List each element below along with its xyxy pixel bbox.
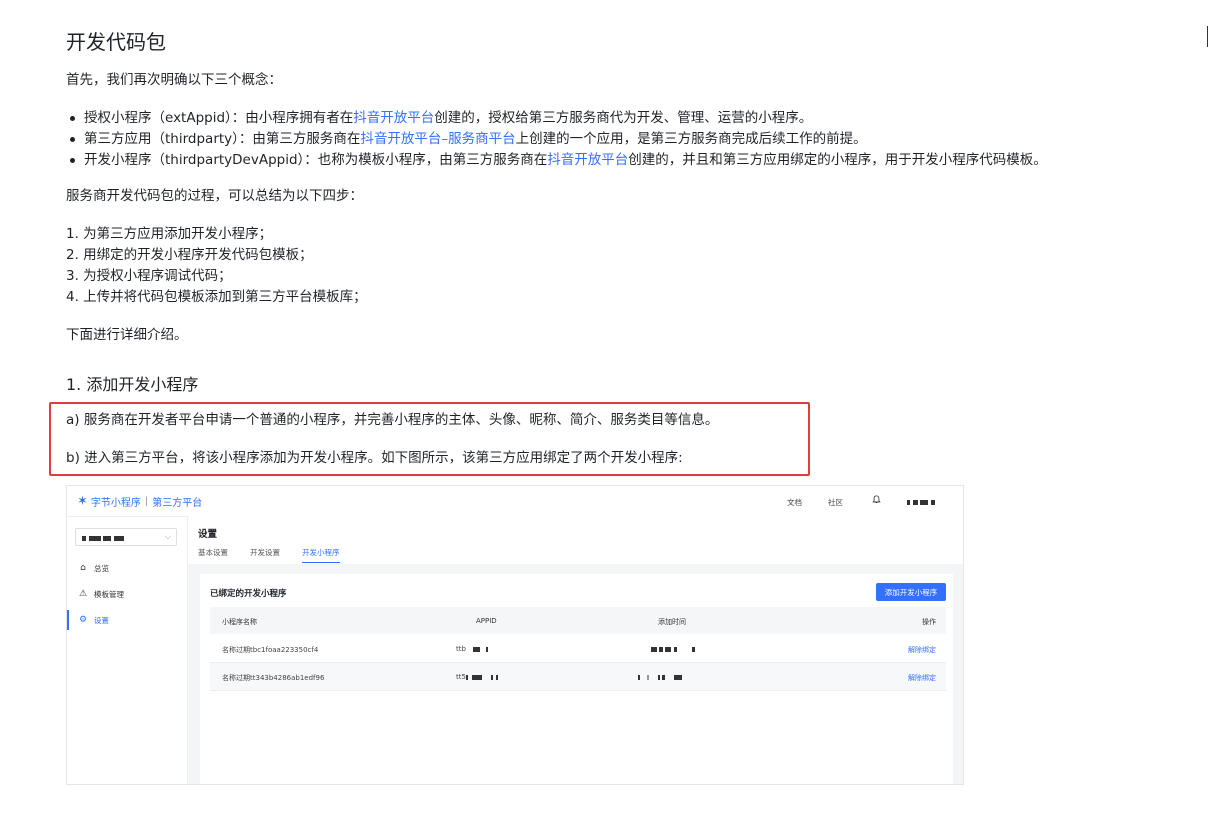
tab-basic-settings[interactable]: 基本设置 bbox=[198, 547, 228, 562]
home-icon: ⌂ bbox=[80, 563, 86, 573]
gear-icon: ⚙ bbox=[78, 615, 88, 625]
text-cursor bbox=[1207, 26, 1208, 47]
table-header: 小程序名称 APPID 添加时间 操作 bbox=[210, 607, 946, 634]
list-item: 2. 用绑定的开发小程序开发代码包模板； bbox=[66, 247, 313, 263]
screenshot-sidebar: ⌵ ⌂ 总览 ⚠ 模板管理 ⚙ 设置 bbox=[67, 516, 188, 784]
settings-header: 设置 基本设置 开发设置 开发小程序 bbox=[188, 516, 963, 564]
section-heading: 1. 添加开发小程序 bbox=[66, 375, 199, 394]
unbind-button[interactable]: 解除绑定 bbox=[908, 673, 936, 683]
unbind-button[interactable]: 解除绑定 bbox=[908, 645, 936, 655]
screenshot-main: 设置 基本设置 开发设置 开发小程序 已绑定的开发小程序 添加开发小程序 小程序… bbox=[188, 516, 963, 784]
miniprogram-name: 名称过期tt343b4286ab1edf96 bbox=[222, 674, 325, 682]
add-dev-miniprogram-button[interactable]: 添加开发小程序 bbox=[876, 583, 946, 601]
link-service-provider-platform[interactable]: 抖音开放平台–服务商平台 bbox=[360, 131, 515, 147]
detail-intro: 下面进行详细介绍。 bbox=[66, 327, 188, 343]
bytedance-logo-icon: ✶ bbox=[77, 494, 88, 509]
list-item: 4. 上传并将代码包模板添加到第三方平台模板库； bbox=[66, 289, 367, 305]
card-title: 已绑定的开发小程序 bbox=[210, 589, 287, 599]
appid-value: tt5 bbox=[456, 673, 498, 681]
list-item: 3. 为授权小程序调试代码； bbox=[66, 268, 232, 284]
embedded-screenshot: ✶ 字节小程序 | 第三方平台 文档 社区 ⌵ ⌂ 总览 ⚠ 模板管理 ⚙ 设置 设置 bbox=[66, 485, 964, 785]
link-douyin-open-platform[interactable]: 抖音开放平台 bbox=[353, 110, 434, 126]
app-selector-value-redacted bbox=[82, 534, 142, 541]
bound-miniprogram-card: 已绑定的开发小程序 添加开发小程序 小程序名称 APPID 添加时间 操作 名称… bbox=[200, 574, 953, 784]
screenshot-topbar: ✶ 字节小程序 | 第三方平台 文档 社区 bbox=[67, 486, 963, 517]
table-row: 名称过期tt343b4286ab1edf96 tt5 解除绑定 bbox=[210, 663, 946, 691]
add-time-redacted bbox=[638, 673, 682, 681]
table-row: 名称过期tbc1foaa223350cf4 ttb 解除绑定 bbox=[210, 635, 946, 663]
nav-docs[interactable]: 文档 bbox=[787, 497, 802, 508]
add-time-redacted bbox=[651, 645, 696, 653]
step-b-text: b) 进入第三方平台，将该小程序添加为开发小程序。如下图所示，该第三方应用绑定了… bbox=[66, 450, 683, 466]
list-item: 开发小程序（thirdpartyDevAppid）：也称为模板小程序，由第三方服… bbox=[70, 150, 1047, 171]
chevron-down-icon: ⌵ bbox=[164, 532, 171, 541]
nav-community[interactable]: 社区 bbox=[828, 497, 843, 508]
sidebar-item-settings[interactable]: ⚙ 设置 bbox=[67, 610, 189, 630]
intro-text: 首先，我们再次明确以下三个概念： bbox=[66, 72, 282, 88]
link-douyin-open-platform[interactable]: 抖音开放平台 bbox=[547, 152, 628, 168]
miniprogram-name: 名称过期tbc1foaa223350cf4 bbox=[222, 646, 319, 654]
sidebar-item-templates[interactable]: ⚠ 模板管理 bbox=[67, 584, 187, 604]
step-a-text: a) 服务商在开发者平台申请一个普通的小程序，并完善小程序的主体、头像、昵称、简… bbox=[66, 412, 719, 428]
concept-list: 授权小程序（extAppid）：由小程序拥有者在抖音开放平台创建的，授权给第三方… bbox=[66, 108, 1047, 171]
sidebar-item-overview[interactable]: ⌂ 总览 bbox=[67, 558, 187, 578]
list-item: 授权小程序（extAppid）：由小程序拥有者在抖音开放平台创建的，授权给第三方… bbox=[70, 108, 1047, 129]
tab-dev-miniprogram[interactable]: 开发小程序 bbox=[302, 547, 340, 563]
process-intro: 服务商开发代码包的过程，可以总结为以下四步： bbox=[66, 188, 363, 204]
list-item: 第三方应用（thirdparty）：由第三方服务商在抖音开放平台–服务商平台上创… bbox=[70, 129, 1047, 150]
bell-icon[interactable] bbox=[872, 495, 881, 504]
settings-title: 设置 bbox=[198, 529, 218, 540]
user-name-redacted[interactable] bbox=[907, 498, 939, 505]
warning-triangle-icon: ⚠ bbox=[78, 589, 88, 599]
app-selector[interactable]: ⌵ bbox=[75, 528, 177, 546]
list-item: 1. 为第三方应用添加开发小程序； bbox=[66, 226, 273, 242]
page-title: 开发代码包 bbox=[66, 30, 166, 54]
appid-value: ttb bbox=[456, 645, 489, 653]
steps-list: 1. 为第三方应用添加开发小程序； 2. 用绑定的开发小程序开发代码包模板； 3… bbox=[66, 224, 367, 308]
brand-logo[interactable]: ✶ 字节小程序 | 第三方平台 bbox=[77, 494, 202, 509]
tab-dev-settings[interactable]: 开发设置 bbox=[250, 547, 280, 562]
